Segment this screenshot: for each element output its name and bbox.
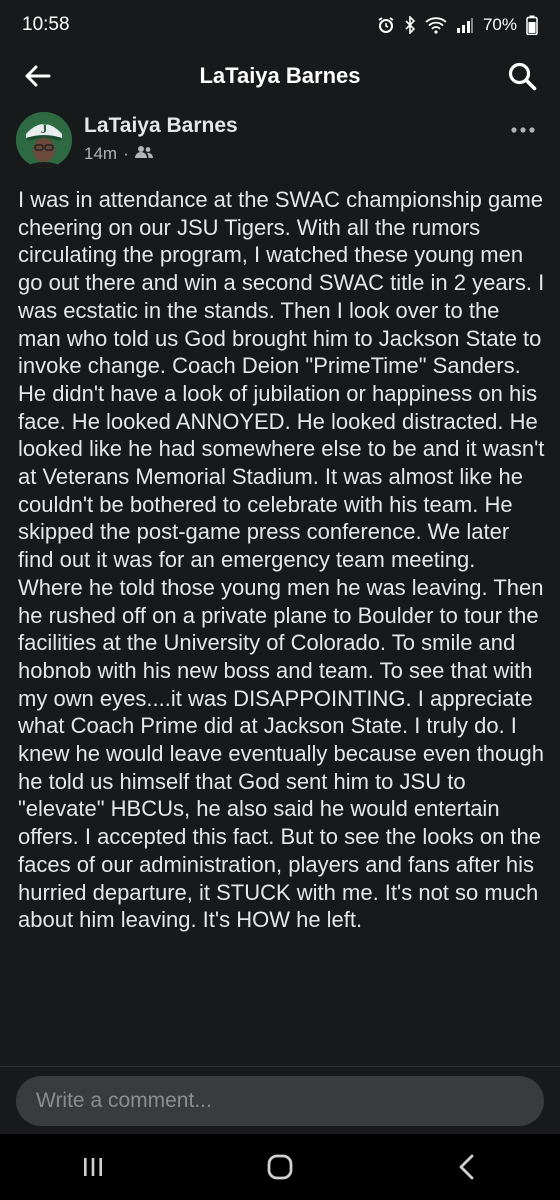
more-options-icon[interactable]	[510, 114, 536, 140]
wifi-icon	[425, 16, 447, 34]
search-icon[interactable]	[506, 60, 538, 97]
status-icons: 70%	[377, 15, 538, 35]
back-icon[interactable]	[437, 1142, 497, 1192]
svg-text:J: J	[41, 121, 48, 136]
alarm-icon	[377, 16, 395, 34]
meta-separator: ·	[123, 144, 129, 163]
status-bar: 10:58 70%	[0, 0, 560, 50]
signal-icon	[456, 17, 474, 33]
avatar[interactable]: J	[16, 112, 72, 168]
home-icon[interactable]	[250, 1142, 310, 1192]
post-time[interactable]: 14m	[84, 144, 117, 164]
comment-input[interactable]	[34, 1088, 526, 1114]
arrow-left-icon[interactable]	[22, 60, 54, 97]
friends-icon	[134, 144, 153, 164]
battery-icon	[526, 15, 538, 35]
comment-bar[interactable]	[16, 1076, 544, 1126]
battery-percent: 70%	[482, 15, 517, 34]
recent-apps-icon[interactable]	[63, 1142, 123, 1192]
post-header: J LaTaiya Barnes 14m ·	[16, 112, 544, 172]
page-title: LaTaiya Barnes	[199, 63, 361, 88]
divider	[0, 1066, 560, 1067]
status-time: 10:58	[22, 14, 70, 35]
system-nav-bar	[0, 1134, 560, 1200]
post-meta: 14m ·	[84, 144, 153, 164]
post-author[interactable]: LaTaiya Barnes	[84, 114, 238, 138]
bluetooth-icon	[404, 16, 416, 34]
post-text: I was in attendance at the SWAC champion…	[18, 187, 545, 933]
app-bar: LaTaiya Barnes	[0, 50, 560, 102]
